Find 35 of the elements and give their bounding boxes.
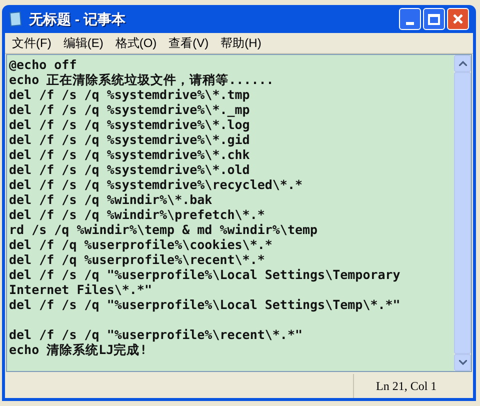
code-line: del /f /s /q %systemdrive%\*._mp xyxy=(9,102,251,117)
code-line: del /f /s /q %systemdrive%\recycled\*.* xyxy=(9,177,304,192)
code-line: @echo off xyxy=(9,57,78,72)
menu-item[interactable]: 格式(O) xyxy=(109,34,163,52)
code-line: del /f /s /q %systemdrive%\*.log xyxy=(9,117,251,132)
menu-item[interactable]: 文件(F) xyxy=(6,34,58,52)
cursor-position: Ln 21, Col 1 xyxy=(376,378,437,395)
code-line: del /f /s /q "%userprofile%\recent\*.*" xyxy=(9,327,304,342)
text-area[interactable] xyxy=(6,54,472,372)
code-line: rd /s /q %windir%\temp & md %windir%\temp xyxy=(9,222,319,237)
code-line: del /f /s /q %systemdrive%\*.old xyxy=(9,162,251,177)
menu-item[interactable]: 帮助(H) xyxy=(214,34,268,52)
maximize-button[interactable] xyxy=(423,8,445,30)
menu-item[interactable]: 查看(V) xyxy=(162,34,215,52)
menu-item[interactable]: 编辑(E) xyxy=(57,34,110,52)
close-icon xyxy=(452,13,464,25)
code-line: del /f /s /q "%userprofile%\Local Settings\Temp\*.*" xyxy=(9,297,402,312)
maximize-icon xyxy=(428,14,440,24)
scroll-down-button[interactable] xyxy=(454,354,471,371)
code-line: echo 正在清除系统垃圾文件，请稍等...... xyxy=(9,72,275,87)
code-line: del /f /s /q %windir%\prefetch\*.* xyxy=(9,207,266,222)
code-line: del /f /q %userprofile%\recent\*.* xyxy=(9,252,266,267)
code-line: del /f /s /q %systemdrive%\*.tmp xyxy=(9,87,251,102)
scroll-up-button[interactable] xyxy=(454,55,471,72)
notepad-icon xyxy=(9,11,23,27)
minimize-icon xyxy=(406,22,414,25)
close-button[interactable] xyxy=(447,8,469,30)
code-line: del /f /s /q %systemdrive%\*.gid xyxy=(9,132,251,147)
code-line: echo 清除系统LJ完成! xyxy=(9,342,148,357)
code-line: del /f /s /q %systemdrive%\*.chk xyxy=(9,147,251,162)
code-line: del /f /s /q "%userprofile%\Local Settings\Temporary Internet Files\*.*" xyxy=(9,267,402,297)
minimize-button[interactable] xyxy=(399,8,421,30)
code-line: del /f /q %userprofile%\cookies\*.* xyxy=(9,237,274,252)
code-line: del /f /s /q %windir%\*.bak xyxy=(9,192,214,207)
window-title: 无标题 - 记事本 xyxy=(29,10,126,28)
